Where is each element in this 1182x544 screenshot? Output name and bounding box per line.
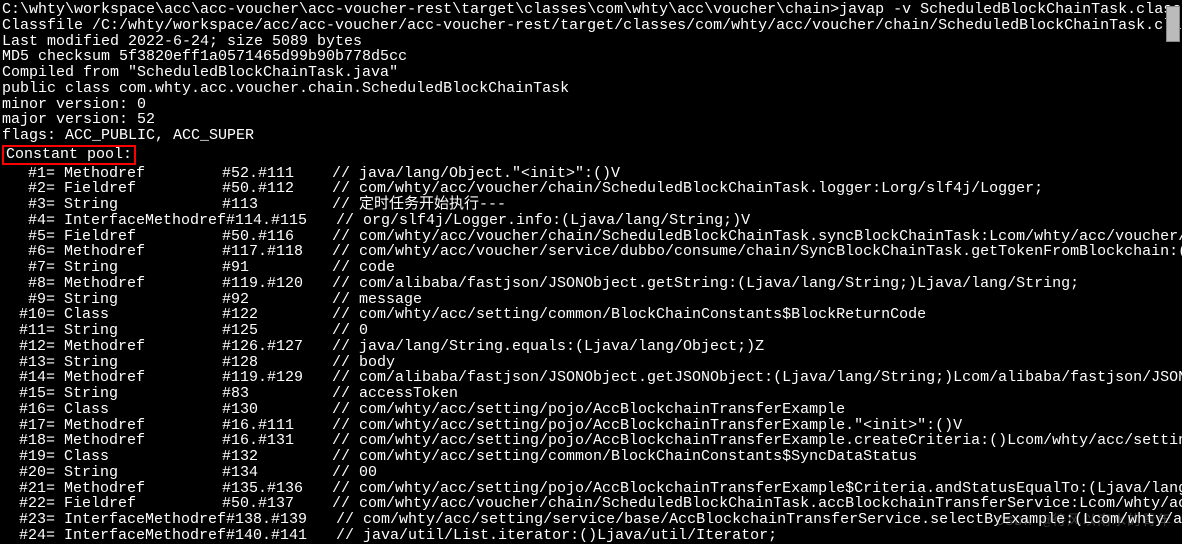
pool-entry: #8 = Methodref#119.#120// com/alibaba/fa… [2,276,1180,292]
constant-pool-table: #1 = Methodref#52.#111// java/lang/Objec… [2,166,1180,544]
pool-entry: #18 = Methodref#16.#131// com/whty/acc/s… [2,433,1180,449]
classfile-line: Classfile /C:/whty/workspace/acc/acc-vou… [2,18,1180,34]
major-line: major version: 52 [2,112,1180,128]
pool-entry: #21 = Methodref#135.#136// com/whty/acc/… [2,481,1180,497]
pool-entry: #20 = String#134// 00 [2,465,1180,481]
pool-entry: #13 = String#128// body [2,355,1180,371]
pool-entry: #15 = String#83// accessToken [2,386,1180,402]
command-line: C:\whty\workspace\acc\acc-voucher\acc-vo… [2,2,1180,18]
vertical-scrollbar[interactable] [1166,6,1180,42]
pool-entry: #17 = Methodref#16.#111// com/whty/acc/s… [2,418,1180,434]
pool-entry: #1 = Methodref#52.#111// java/lang/Objec… [2,166,1180,182]
constant-pool-highlight: Constant pool: [2,145,136,165]
minor-line: minor version: 0 [2,97,1180,113]
pool-entry: #2 = Fieldref#50.#112// com/whty/acc/vou… [2,181,1180,197]
flags-line: flags: ACC_PUBLIC, ACC_SUPER [2,128,1180,144]
compiled-line: Compiled from "ScheduledBlockChainTask.j… [2,65,1180,81]
pool-entry: #14 = Methodref#119.#129// com/alibaba/f… [2,370,1180,386]
pool-entry: #24 = InterfaceMethodref#140.#141// java… [2,528,1180,544]
pool-entry: #12 = Methodref#126.#127// java/lang/Str… [2,339,1180,355]
pool-entry: #19 = Class#132// com/whty/acc/setting/c… [2,449,1180,465]
pool-entry: #3 = String#113// 定时任务开始执行--- [2,197,1180,213]
pool-entry: #22 = Fieldref#50.#137// com/whty/acc/vo… [2,496,1180,512]
pool-entry: #4 = InterfaceMethodref#114.#115// org/s… [2,213,1180,229]
pool-entry: #9 = String#92// message [2,292,1180,308]
pool-entry: #7 = String#91// code [2,260,1180,276]
pool-entry: #23 = InterfaceMethodref#138.#139// com/… [2,512,1180,528]
pool-entry: #16 = Class#130// com/whty/acc/setting/p… [2,402,1180,418]
pool-entry: #5 = Fieldref#50.#116// com/whty/acc/vou… [2,229,1180,245]
pool-entry: #11 = String#125// 0 [2,323,1180,339]
pool-entry: #6 = Methodref#117.#118// com/whty/acc/v… [2,244,1180,260]
pubclass-line: public class com.whty.acc.voucher.chain.… [2,81,1180,97]
md5-line: MD5 checksum 5f3820eff1a0571465d99b90b77… [2,49,1180,65]
lastmod-line: Last modified 2022-6-24; size 5089 bytes [2,34,1180,50]
pool-entry: #10 = Class#122// com/whty/acc/setting/c… [2,307,1180,323]
